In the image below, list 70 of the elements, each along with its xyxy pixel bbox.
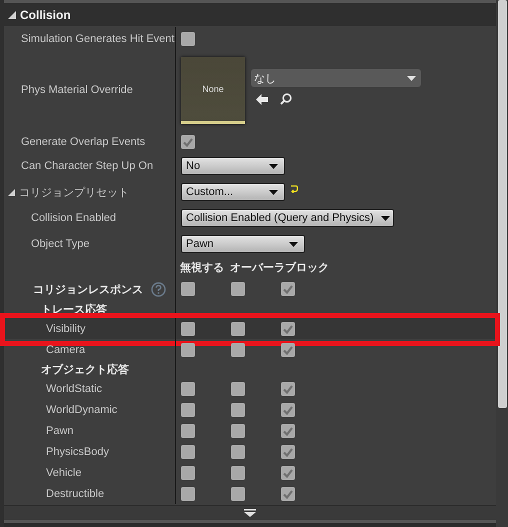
help-icon[interactable] [151, 282, 166, 296]
checkbox[interactable] [181, 322, 195, 336]
checkbox[interactable] [281, 382, 295, 396]
channel-label: WorldStatic [46, 382, 102, 394]
section-title: Collision [20, 8, 71, 22]
property-label: Generate Overlap Events [21, 136, 146, 148]
checkbox[interactable] [181, 382, 195, 396]
property-label: Object Type [31, 238, 90, 250]
property-label: コリジョンプリセット [19, 186, 129, 200]
checkbox[interactable] [181, 466, 195, 480]
channel-label: PhysicsBody [46, 446, 109, 458]
channel-label: Visibility [46, 322, 86, 334]
channel-label: WorldDynamic [46, 404, 118, 416]
group-header: オブジェクト応答 [41, 362, 129, 376]
checkbox[interactable] [231, 424, 245, 438]
checkbox[interactable] [231, 402, 245, 416]
checkbox[interactable] [231, 466, 245, 480]
checkbox[interactable] [181, 486, 195, 500]
checkbox[interactable] [281, 466, 295, 480]
checkbox[interactable] [181, 402, 195, 416]
left-arrow-icon[interactable] [256, 94, 268, 104]
channel-label: Destructible [46, 488, 104, 500]
dropdown[interactable]: Pawn [181, 235, 305, 253]
property-label: コリジョンレスポンス [33, 282, 143, 296]
expand-triangle-icon [8, 10, 16, 18]
asset-dropdown[interactable]: なし [251, 69, 421, 87]
dropdown[interactable]: Custom... [181, 183, 285, 201]
reset-arrow-icon[interactable] [290, 185, 298, 193]
search-icon[interactable] [280, 93, 292, 105]
checkbox[interactable] [231, 382, 245, 396]
checkbox[interactable] [281, 322, 295, 336]
section-header[interactable]: Collision [4, 3, 496, 26]
property-label: Simulation Generates Hit Event [21, 32, 174, 44]
property-label: Phys Material Override [21, 84, 133, 96]
checkbox[interactable] [231, 322, 245, 336]
checkbox[interactable] [181, 342, 195, 356]
caret-icon [269, 190, 278, 194]
caret-icon [269, 164, 278, 168]
dropdown[interactable]: Collision Enabled (Query and Physics) [181, 209, 394, 227]
checkbox[interactable] [231, 342, 245, 356]
property-label: Can Character Step Up On [21, 160, 154, 172]
checkbox[interactable] [181, 444, 195, 458]
property-label: Collision Enabled [31, 212, 116, 224]
checkbox[interactable] [281, 402, 295, 416]
asset-thumbnail[interactable]: None [181, 56, 245, 124]
column-header: オーバーラ [230, 261, 285, 275]
checkbox[interactable] [231, 282, 245, 296]
caret-icon [381, 216, 390, 220]
checkbox[interactable] [181, 32, 195, 46]
checkbox[interactable] [231, 444, 245, 458]
dropdown[interactable]: No [181, 157, 285, 175]
channel-label: Pawn [46, 424, 74, 436]
checkbox[interactable] [281, 342, 295, 356]
checkbox[interactable] [281, 424, 295, 438]
channel-label: Vehicle [46, 466, 82, 478]
expand-down-icon[interactable] [244, 509, 256, 517]
checkbox[interactable] [181, 282, 195, 296]
column-header: ブロック [285, 260, 329, 275]
checkbox[interactable] [281, 444, 295, 458]
caret-icon [407, 76, 416, 80]
checkbox[interactable] [181, 134, 195, 148]
expand-triangle-icon[interactable] [8, 188, 15, 196]
channel-label: Camera [46, 344, 86, 356]
column-header: 無視する [180, 260, 225, 275]
checkbox[interactable] [181, 424, 195, 438]
checkbox[interactable] [281, 486, 295, 500]
checkbox[interactable] [231, 486, 245, 500]
scrollbar[interactable] [496, 0, 508, 527]
caret-icon [289, 242, 298, 246]
checkbox[interactable] [281, 282, 295, 296]
